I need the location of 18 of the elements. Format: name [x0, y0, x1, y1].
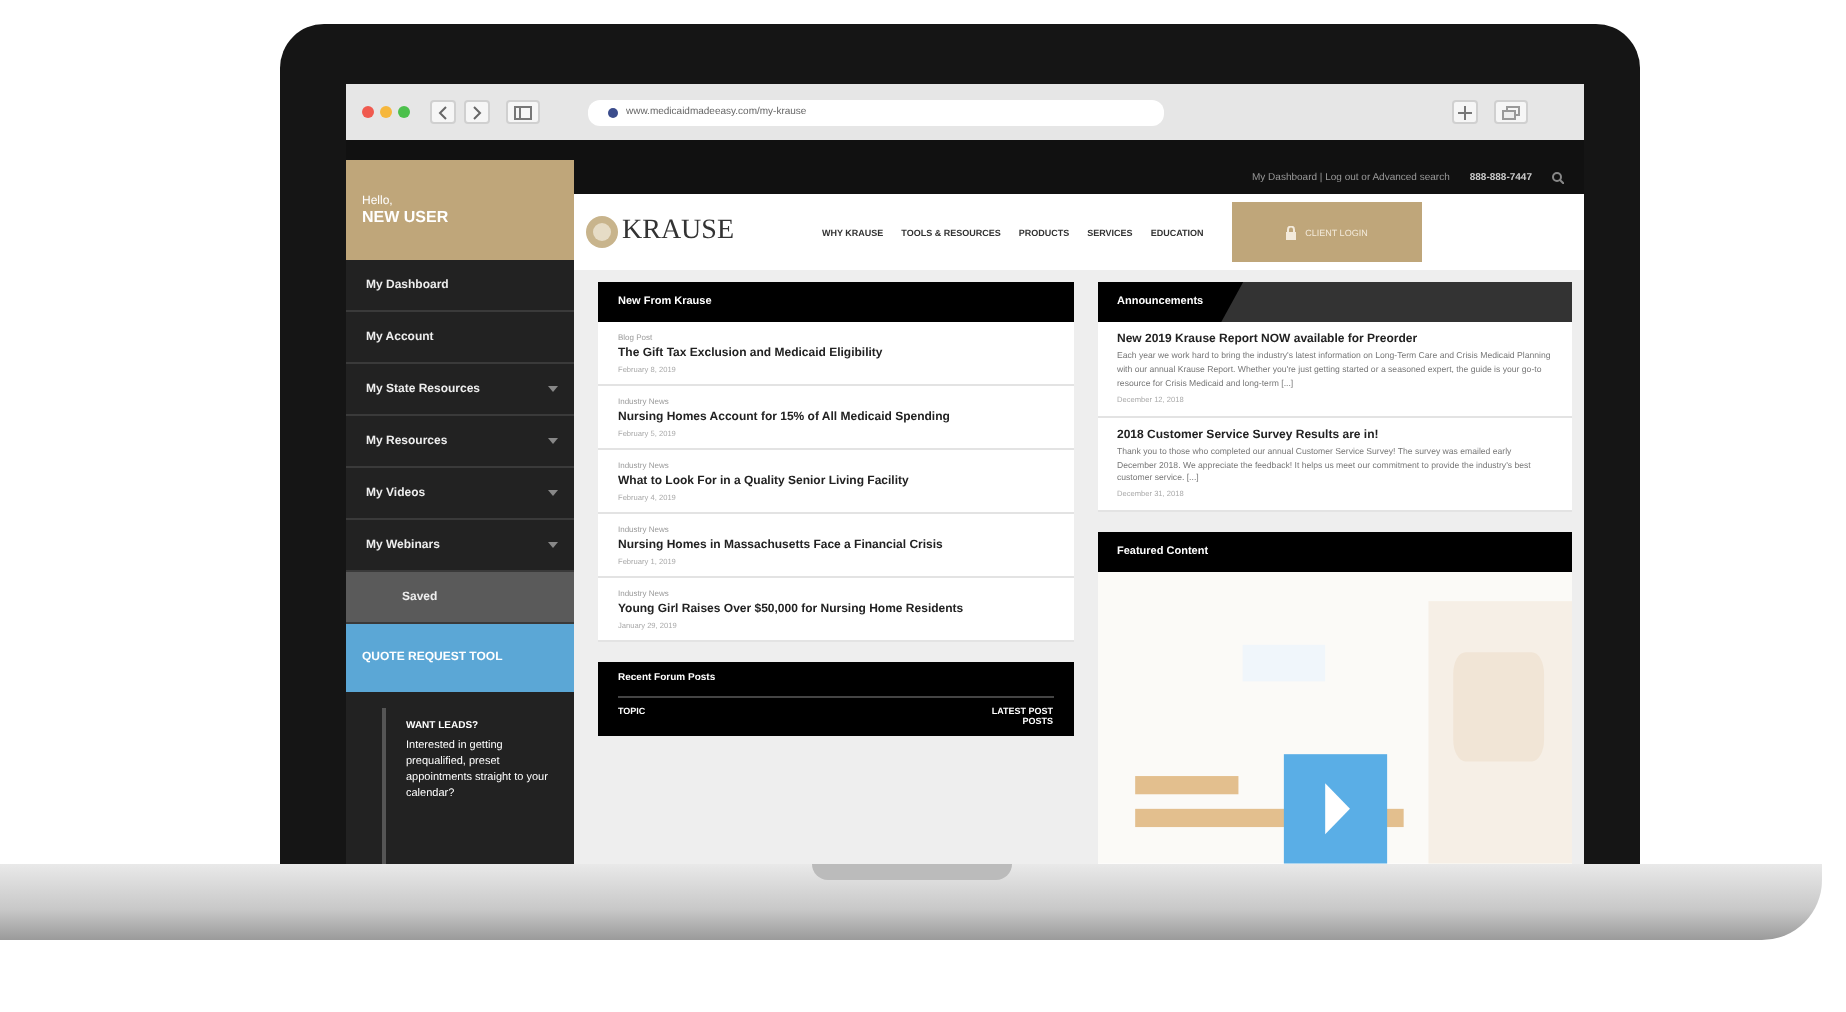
back-button[interactable] [430, 100, 456, 124]
tabs-icon [1502, 105, 1520, 119]
close-icon[interactable] [362, 106, 374, 118]
tabs-button[interactable] [1494, 100, 1528, 124]
plus-icon [1458, 105, 1472, 119]
user-name: NEW USER [362, 207, 451, 225]
add-tab-button[interactable] [1452, 100, 1478, 124]
forward-button[interactable] [464, 100, 490, 124]
sidebar-toggle-button[interactable] [506, 100, 540, 124]
logo-text: KRAUSE [622, 216, 735, 248]
search-icon[interactable] [1552, 171, 1564, 183]
caret-icon [548, 490, 558, 496]
caret-icon [548, 542, 558, 548]
caret-icon [548, 438, 558, 444]
forward-icon [472, 105, 482, 119]
back-icon [438, 105, 448, 119]
sidebar-icon [514, 105, 532, 119]
caret-icon [548, 386, 558, 392]
